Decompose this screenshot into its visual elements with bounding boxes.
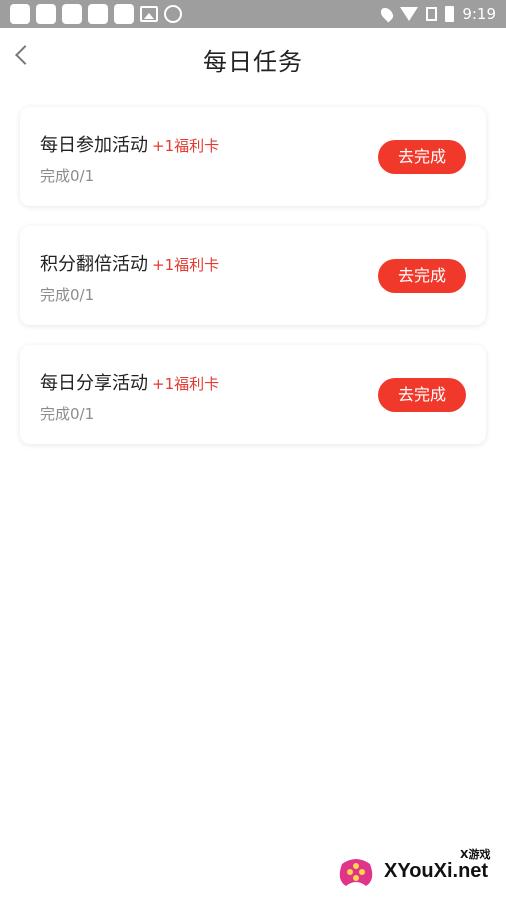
notification-icons	[0, 4, 182, 24]
gamepad-logo-icon	[339, 859, 373, 886]
status-time: 9:19	[462, 5, 496, 23]
notification-app-icon	[88, 4, 108, 24]
task-card: 积分翻倍活动 +1福利卡 完成0/1 去完成	[20, 226, 486, 325]
face-icon	[164, 5, 182, 23]
notification-app-icon	[114, 4, 134, 24]
task-name: 每日分享活动	[40, 373, 148, 394]
task-reward: +1福利卡	[152, 137, 220, 155]
location-icon	[378, 5, 396, 23]
go-complete-button[interactable]: 去完成	[378, 140, 466, 174]
task-name: 积分翻倍活动	[40, 254, 148, 275]
task-reward: +1福利卡	[152, 375, 220, 393]
go-complete-button[interactable]: 去完成	[378, 378, 466, 412]
notification-app-icon	[62, 4, 82, 24]
image-icon	[140, 6, 158, 22]
app-header: 每日任务	[0, 28, 506, 88]
task-reward: +1福利卡	[152, 256, 220, 274]
page-title: 每日任务	[203, 48, 303, 76]
task-name: 每日参加活动	[40, 135, 148, 156]
watermark-text: XYouXi.net	[384, 860, 489, 882]
watermark: X游戏 XYouXi.net	[336, 846, 500, 894]
notification-app-icon	[36, 4, 56, 24]
notification-app-icon	[10, 4, 30, 24]
task-card: 每日参加活动 +1福利卡 完成0/1 去完成	[20, 107, 486, 206]
task-progress: 完成0/1	[40, 405, 95, 423]
battery-icon	[445, 6, 455, 22]
task-title: 每日参加活动 +1福利卡	[40, 131, 219, 157]
task-progress: 完成0/1	[40, 286, 95, 304]
status-bar: 9:19	[0, 0, 506, 28]
wifi-icon	[400, 7, 419, 21]
task-title: 积分翻倍活动 +1福利卡	[40, 250, 219, 276]
task-card: 每日分享活动 +1福利卡 完成0/1 去完成	[20, 345, 486, 444]
task-list: 每日参加活动 +1福利卡 完成0/1 去完成 积分翻倍活动 +1福利卡 完成0/1 …	[20, 107, 486, 464]
no-sim-icon	[426, 7, 438, 21]
task-title: 每日分享活动 +1福利卡	[40, 369, 219, 395]
go-complete-button[interactable]: 去完成	[378, 259, 466, 293]
task-progress: 完成0/1	[40, 167, 95, 185]
